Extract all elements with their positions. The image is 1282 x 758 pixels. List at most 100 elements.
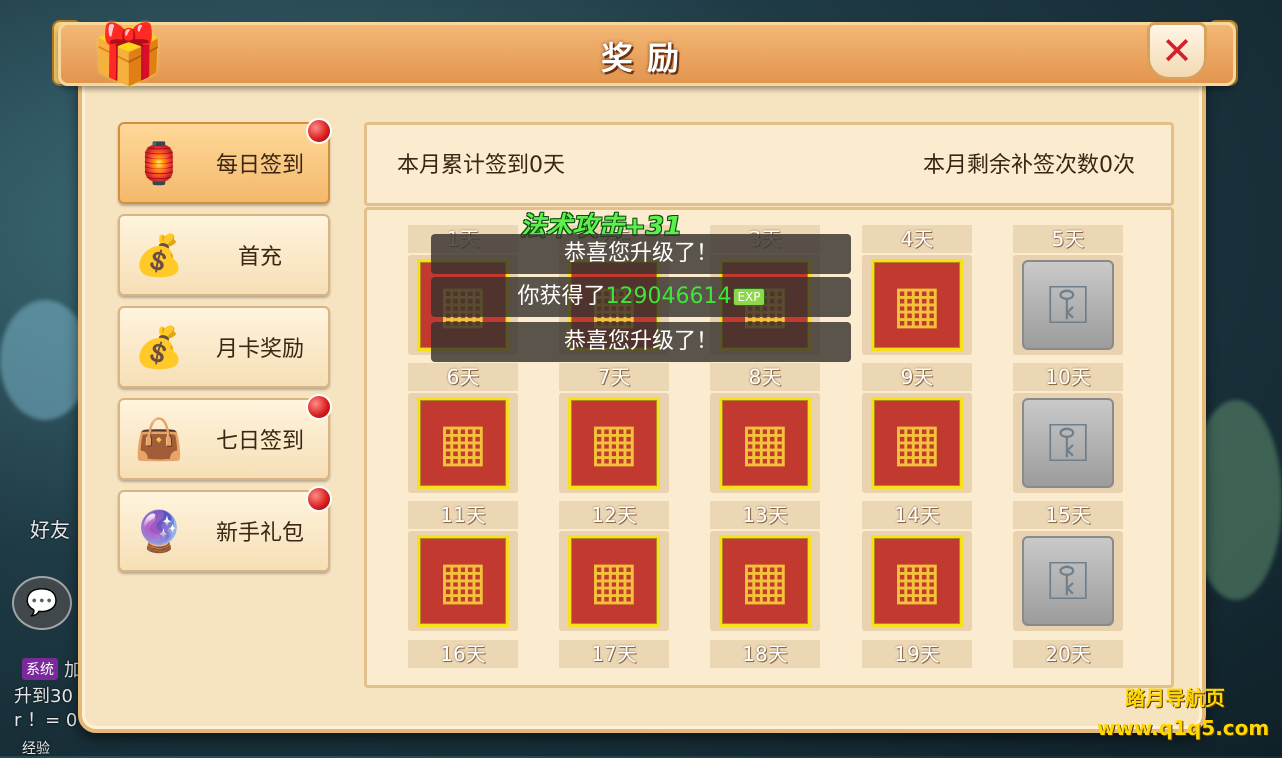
day-label: 11天 [408,501,518,529]
day-cell[interactable]: 6天 ▦ [408,363,518,495]
day-cell[interactable]: 5天 ⚿ [1013,225,1123,357]
notification-dot [306,486,332,512]
day-cell: 19天 [862,640,972,670]
signin-info-bar: 本月累计签到0天 本月剩余补签次数0次 [364,122,1174,206]
gift-reward-slot[interactable]: ▦ [710,393,820,493]
day-cell[interactable]: 4天 ▦ [862,225,972,357]
toast-text: 恭喜您升级了！ [563,329,718,354]
day-cell[interactable]: 15天 ⚿ [1013,501,1123,633]
day-cell[interactable]: 12天 ▦ [559,501,669,633]
gift-box-icon: ▦ [568,397,660,489]
gift-box-icon: ▦ [568,535,660,627]
gift-reward-slot[interactable]: ▦ [862,255,972,355]
day-label: 7天 [559,363,669,391]
toast-text: 恭喜您升级了！ [563,241,718,266]
day-cell[interactable]: 9天 ▦ [862,363,972,495]
day-label: 10天 [1013,363,1123,391]
sidebar-item-seven-day[interactable]: 👜 七日签到 [118,394,332,480]
day-label: 4天 [862,225,972,253]
background-chat-text: 升到30 [14,686,73,707]
gift-reward-slot[interactable]: ▦ [559,531,669,631]
key-icon: ⚿ [1022,536,1114,626]
key-icon: ⚿ [1022,260,1114,350]
sidebar-item-daily-signin[interactable]: 🏮 每日签到 [118,118,332,204]
sidebar-item-label: 每日签到 [215,153,304,178]
day-label: 19天 [862,640,972,668]
day-cell[interactable]: 13天 ▦ [710,501,820,633]
day-label: 16天 [408,640,518,668]
day-cell[interactable]: 10天 ⚿ [1013,363,1123,495]
sidebar-item-first-recharge[interactable]: 💰 首充 [118,214,330,296]
gift-box-icon: ▦ [871,397,963,489]
day-cell: 16天 [408,640,518,670]
gift-reward-slot[interactable]: ▦ [862,393,972,493]
day-label: 18天 [710,640,820,668]
toast-text: 你获得了 [517,284,606,309]
watermark-title: 踏月导航页 [1125,686,1225,710]
monthly-signin-count: 本月累计签到0天 [397,153,565,178]
day-label: 17天 [559,640,669,668]
sidebar-item-monthly-card[interactable]: 💰 月卡奖励 [118,306,330,388]
gift-reward-slot[interactable]: ▦ [710,531,820,631]
watermark-url: www.q1q5.com [1097,716,1270,740]
day-cell: 17天 [559,640,669,670]
notification-dot [306,118,332,144]
day-cell[interactable]: 11天 ▦ [408,501,518,633]
sidebar-item-newbie-pack[interactable]: 🔮 新手礼包 [118,486,332,572]
day-cell[interactable]: 8天 ▦ [710,363,820,495]
lantern-icon: 🏮 [134,140,184,187]
close-icon: ✕ [1161,29,1193,73]
gift-box-icon: ▦ [719,397,811,489]
sidebar-item-label: 七日签到 [215,429,304,454]
exp-amount: 129046614 [605,284,732,309]
gift-reward-slot[interactable]: ▦ [559,393,669,493]
gift-box-icon: 🎁 [92,20,165,88]
key-reward-slot[interactable]: ⚿ [1013,255,1123,355]
levelup-toast: 恭喜您升级了！ [431,234,851,274]
day-label: 20天 [1013,640,1123,668]
notification-dot [306,394,332,420]
day-label: 6天 [408,363,518,391]
gift-reward-slot[interactable]: ▦ [408,531,518,631]
background-glow [0,300,90,420]
day-cell: 20天 [1013,640,1123,670]
day-label: 13天 [710,501,820,529]
day-label: 8天 [710,363,820,391]
money-bag-icon: 💰 [134,232,184,279]
key-icon: ⚿ [1022,398,1114,488]
gift-box-icon: ▦ [417,397,509,489]
blue-bag-icon: 👜 [134,416,184,463]
gift-box-icon: ▦ [417,535,509,627]
page-title: 奖励 [600,39,693,77]
day-cell[interactable]: 7天 ▦ [559,363,669,495]
day-label: 9天 [862,363,972,391]
gift-box-icon: ▦ [719,535,811,627]
magic-stone-icon: 🔮 [134,508,184,555]
gift-reward-slot[interactable]: ▦ [862,531,972,631]
system-tag: 系统 [22,658,58,680]
gift-box-icon: ▦ [871,259,963,351]
sidebar-item-label: 月卡奖励 [215,337,304,362]
remaining-makeup-count: 本月剩余补签次数0次 [923,153,1135,178]
key-reward-slot[interactable]: ⚿ [1013,393,1123,493]
day-cell: 18天 [710,640,820,670]
exp-gain-toast: 你获得了129046614 EXP [431,277,851,317]
day-label: 15天 [1013,501,1123,529]
close-button[interactable]: ✕ [1147,22,1207,80]
title-bar: 奖励 [58,22,1236,86]
sidebar-item-label: 首充 [237,245,282,270]
background-friend-text: 好友 [30,518,70,542]
gift-box-icon: ▦ [871,535,963,627]
money-bag-icon: 💰 [134,324,184,371]
day-label: 12天 [559,501,669,529]
day-label: 5天 [1013,225,1123,253]
day-cell[interactable]: 14天 ▦ [862,501,972,633]
exp-icon: EXP [733,288,765,306]
chat-icon[interactable]: 💬 [12,576,72,630]
background-exp-text: 经验 [22,741,50,757]
key-reward-slot[interactable]: ⚿ [1013,531,1123,631]
gift-reward-slot[interactable]: ▦ [408,393,518,493]
levelup-toast: 恭喜您升级了！ [431,322,851,362]
background-chat-text: r ！= 0 [14,710,78,731]
sidebar-item-label: 新手礼包 [215,521,304,546]
